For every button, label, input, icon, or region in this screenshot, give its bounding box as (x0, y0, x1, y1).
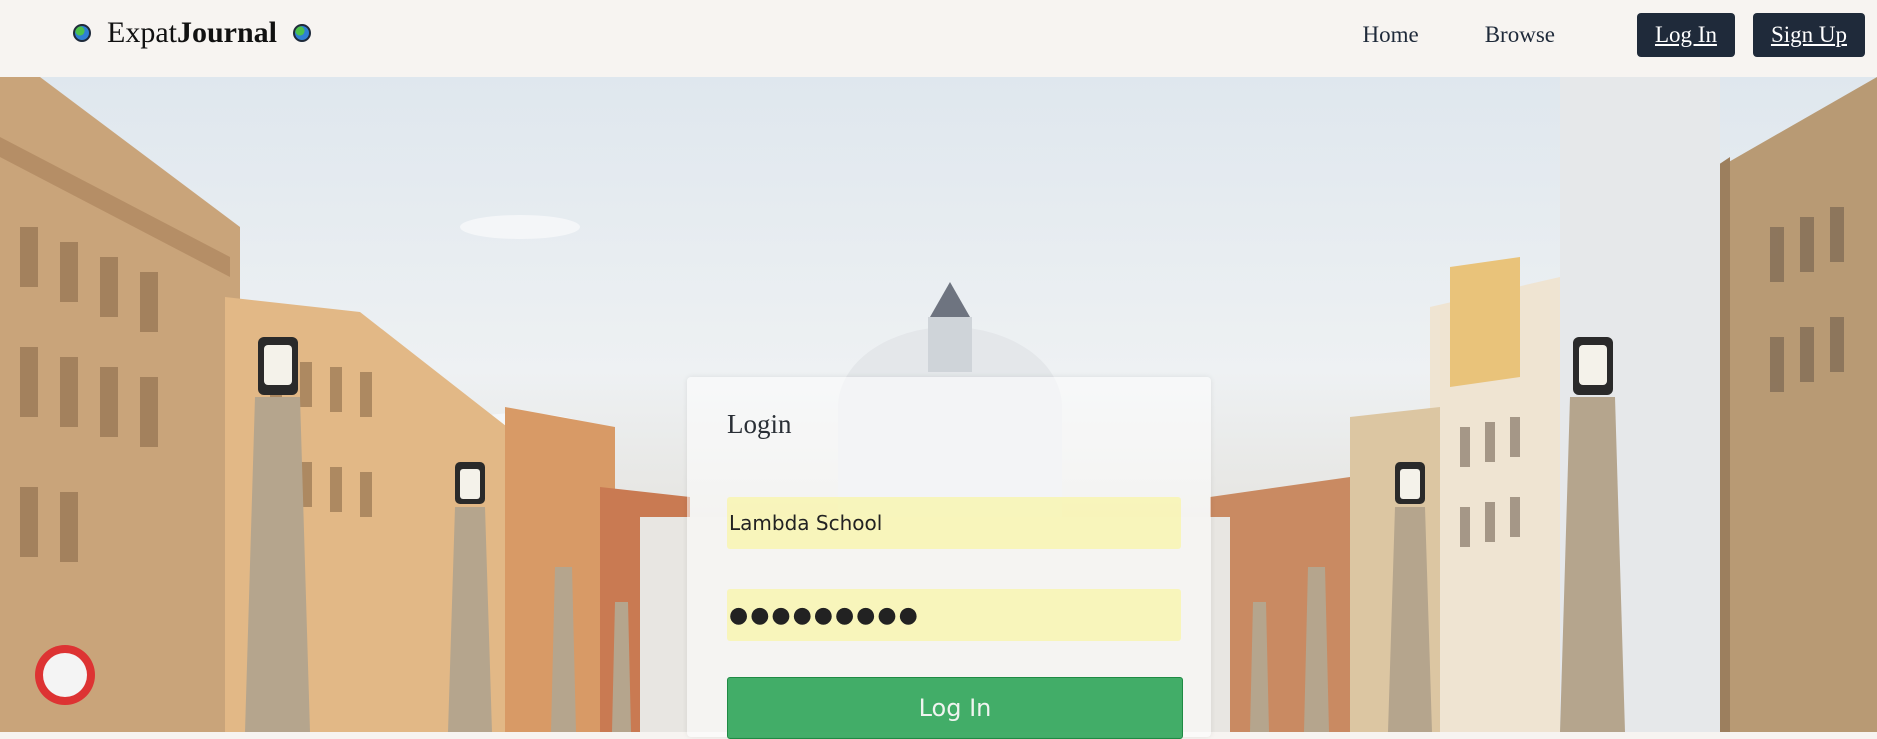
login-card: Login Lambda School ●●●●●●●●● Log In (687, 377, 1211, 739)
globe-icon (73, 24, 91, 42)
login-nav-button[interactable]: Log In (1636, 13, 1735, 57)
nav-links: Home Browse Log In Sign Up (1362, 13, 1865, 57)
top-nav-bar: ExpatJournal Home Browse Log In Sign Up (0, 0, 1877, 77)
username-input[interactable]: Lambda School (727, 497, 1181, 549)
brand-name: ExpatJournal (107, 16, 278, 49)
nav-home-link[interactable]: Home (1362, 22, 1418, 48)
login-submit-button[interactable]: Log In (727, 677, 1183, 739)
globe-icon (293, 24, 312, 42)
nav-browse-link[interactable]: Browse (1485, 22, 1555, 48)
password-input[interactable]: ●●●●●●●●● (727, 589, 1181, 641)
login-title: Login (727, 409, 792, 439)
signup-nav-button[interactable]: Sign Up (1752, 13, 1865, 57)
brand-logo[interactable]: ExpatJournal (73, 16, 312, 50)
